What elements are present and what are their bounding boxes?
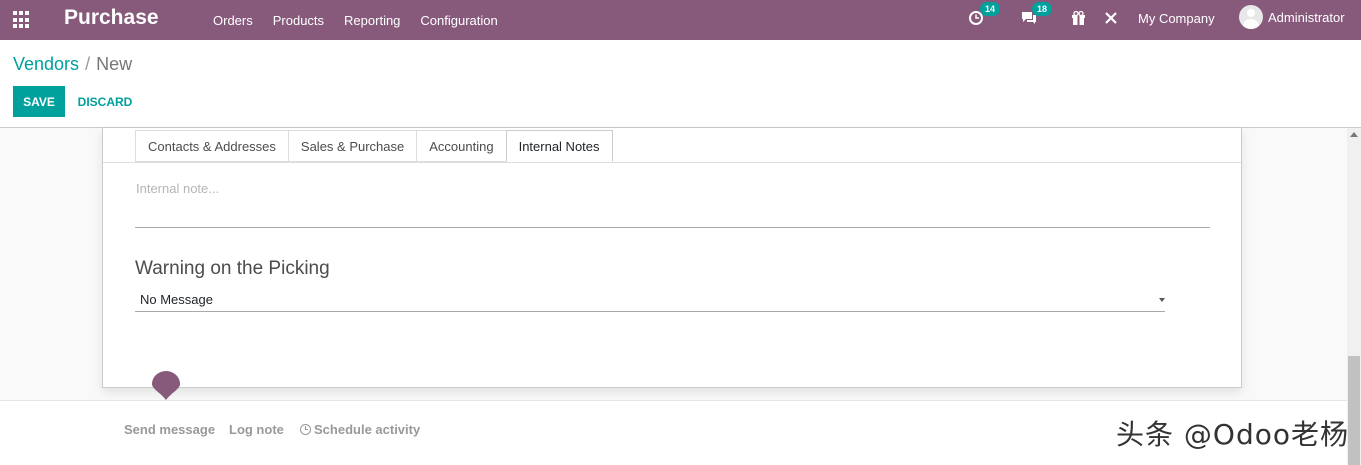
schedule-activity-label: Schedule activity [314,422,421,437]
menu-item-configuration[interactable]: Configuration [420,13,497,28]
tab-internal-notes[interactable]: Internal Notes [505,130,613,162]
breadcrumb-vendors[interactable]: Vendors [13,54,79,74]
breadcrumb: Vendors / New [13,54,132,75]
tabs-divider [103,162,1241,163]
gift-icon[interactable] [1071,10,1086,29]
watermark: 头条 @Odoo老杨 [1116,418,1349,451]
menu-item-reporting[interactable]: Reporting [344,13,400,28]
log-note-button[interactable]: Log note [229,422,284,437]
discard-button[interactable]: DISCARD [72,86,138,117]
notebook-tabs: Contacts & Addresses Sales & Purchase Ac… [135,130,613,162]
schedule-activity-button[interactable]: Schedule activity [300,422,420,437]
user-menu[interactable]: Administrator [1239,5,1345,29]
activity-count-badge: 14 [980,2,1001,16]
debug-tools-icon[interactable] [1104,11,1118,29]
user-name: Administrator [1268,9,1345,25]
company-switcher[interactable]: My Company [1138,11,1215,26]
picking-warning-select[interactable]: No Message [135,292,1165,312]
tab-accounting[interactable]: Accounting [416,130,506,162]
message-count-badge: 18 [1032,2,1053,16]
form-sheet: Contacts & Addresses Sales & Purchase Ac… [102,128,1242,388]
messages-icon[interactable]: 18 [1021,2,1053,29]
internal-note-field[interactable]: Internal note... [135,178,1210,228]
app-brand[interactable]: Purchase [64,6,159,30]
activity-clock-icon[interactable]: 14 [969,2,1001,29]
save-button[interactable]: SAVE [13,86,65,117]
scrollbar[interactable] [1347,128,1361,465]
picking-warning-value: No Message [140,292,213,307]
tab-sales-purchase[interactable]: Sales & Purchase [287,130,417,162]
scroll-up-arrow-icon[interactable] [1350,132,1358,137]
chatter-pin-icon [152,371,180,400]
avatar [1239,5,1263,29]
send-message-button[interactable]: Send message [124,422,215,437]
main-menu: Orders Products Reporting Configuration [213,0,518,40]
menu-item-orders[interactable]: Orders [213,13,253,28]
apps-menu-icon[interactable] [13,11,31,29]
caret-down-icon [1159,298,1165,302]
breadcrumb-separator: / [85,54,91,74]
control-panel: Vendors / New SAVE DISCARD [0,40,1361,128]
clock-icon [300,424,311,435]
breadcrumb-current: New [96,54,133,74]
tab-contacts-addresses[interactable]: Contacts & Addresses [135,130,288,162]
top-navbar: Purchase Orders Products Reporting Confi… [0,0,1361,40]
picking-warning-title: Warning on the Picking [135,258,330,279]
menu-item-products[interactable]: Products [273,13,324,28]
scroll-thumb[interactable] [1348,356,1360,465]
